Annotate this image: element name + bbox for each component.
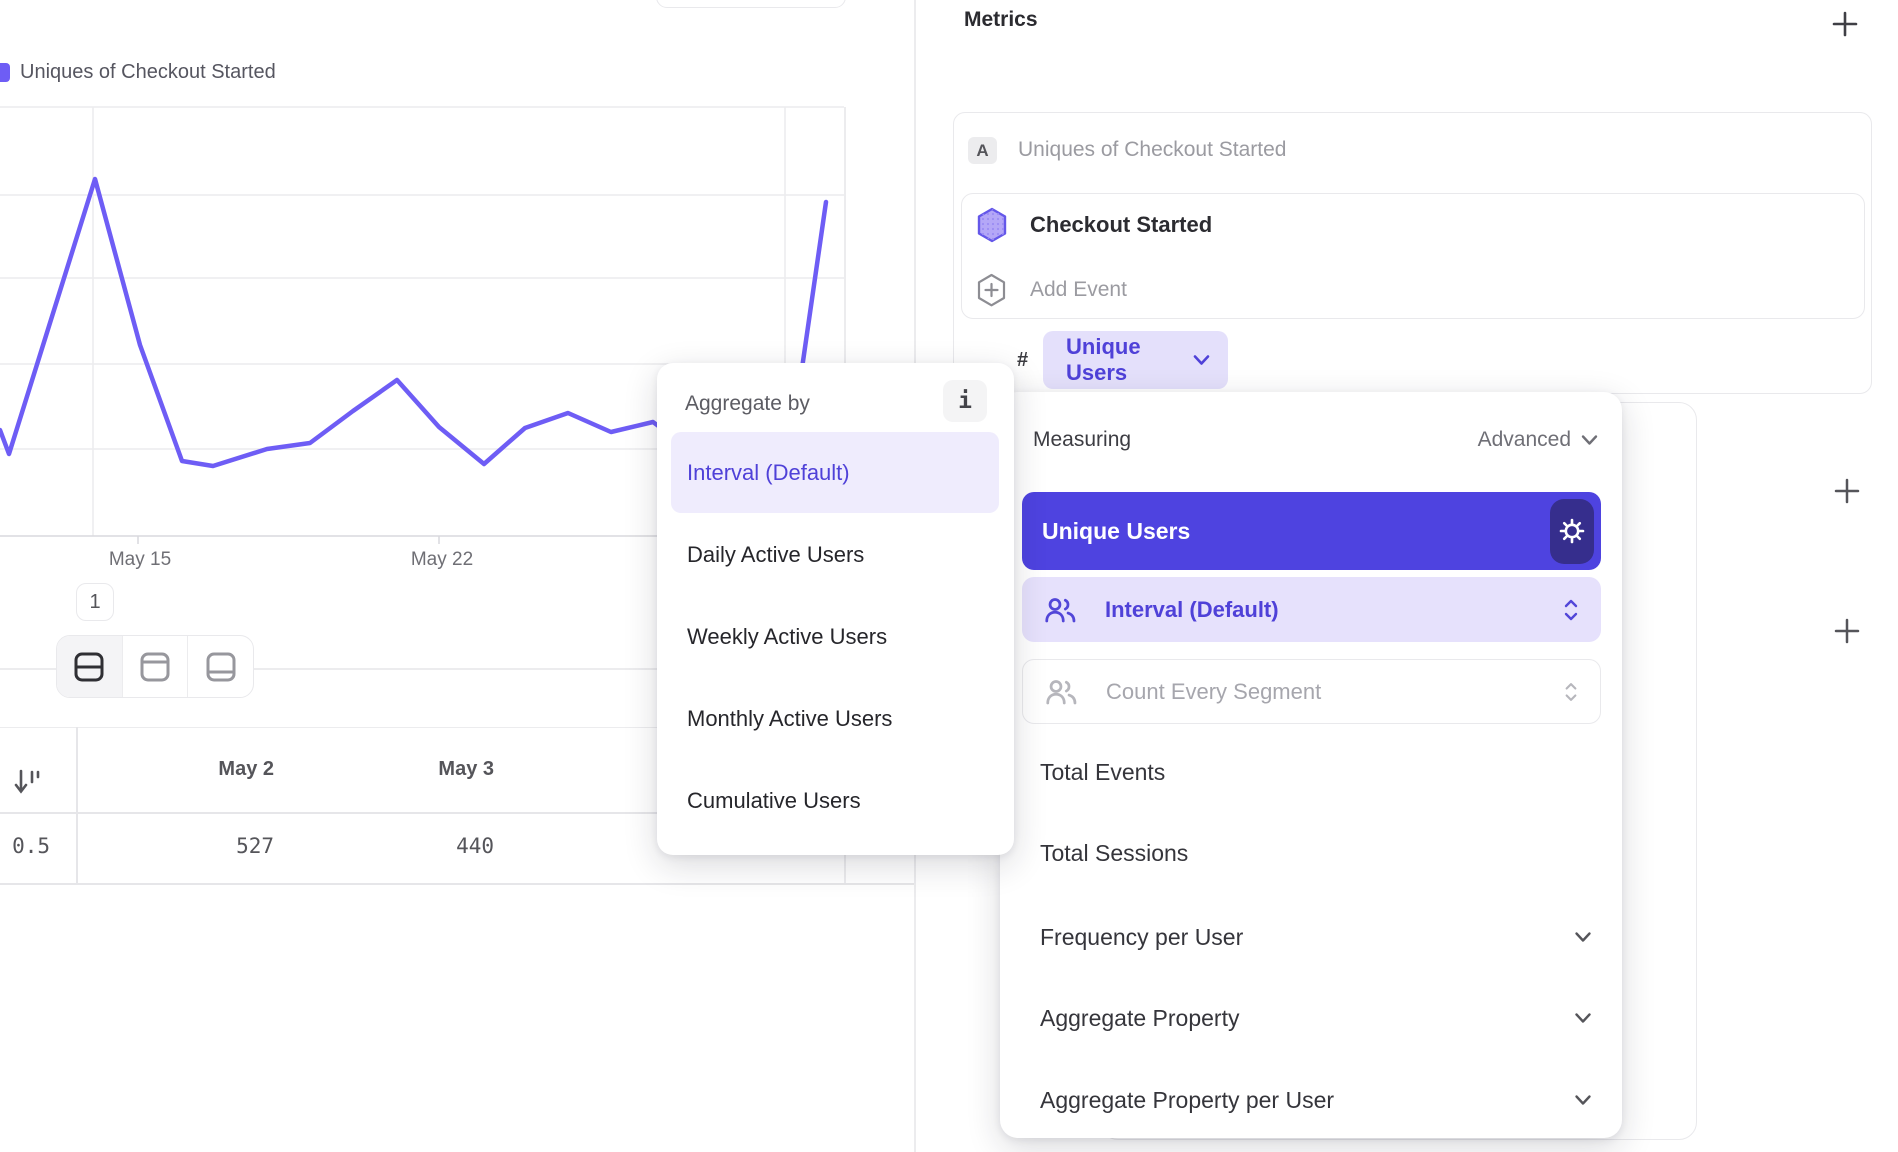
table-header-may3[interactable]: May 3 bbox=[294, 758, 494, 781]
add-metric-button[interactable] bbox=[1830, 9, 1860, 39]
metrics-section-title: Metrics bbox=[964, 8, 1038, 32]
aggregate-by-title: Aggregate by bbox=[685, 392, 810, 416]
event-row[interactable]: Checkout Started bbox=[976, 207, 1212, 243]
add-event-label: Add Event bbox=[1030, 278, 1127, 302]
layout-toggle-group bbox=[56, 635, 254, 698]
metric-type-symbol: # bbox=[1017, 349, 1028, 372]
measuring-popover: Measuring Advanced Unique Users bbox=[1000, 392, 1622, 1138]
measuring-option-total-events[interactable]: Total Events bbox=[1040, 742, 1580, 802]
table-cell-may3: 440 bbox=[294, 834, 494, 858]
measuring-option-total-sessions[interactable]: Total Sessions bbox=[1040, 823, 1580, 883]
chip-chevron-down-icon bbox=[1193, 354, 1210, 366]
table-row-border bbox=[0, 883, 914, 885]
aggregate-property-per-user-label: Aggregate Property per User bbox=[1040, 1087, 1574, 1114]
interval-option-label: Interval (Default) bbox=[687, 460, 850, 486]
measuring-header: Measuring Advanced bbox=[1033, 422, 1598, 458]
measuring-option-aggregate-property[interactable]: Aggregate Property bbox=[1040, 988, 1592, 1048]
x-tick-may22: May 22 bbox=[392, 549, 492, 571]
people-icon bbox=[1044, 596, 1077, 624]
gear-icon bbox=[1557, 516, 1587, 546]
people-icon-disabled bbox=[1045, 678, 1078, 706]
measuring-option-frequency-per-user[interactable]: Frequency per User bbox=[1040, 907, 1592, 967]
unique-users-selected-label: Unique Users bbox=[1042, 518, 1550, 545]
frequency-chevron-down-icon bbox=[1574, 931, 1592, 943]
events-card: Checkout Started Add Event bbox=[961, 193, 1865, 319]
aggregate-property-per-user-chevron-down-icon bbox=[1574, 1094, 1592, 1106]
chart-toolbar-pill-button[interactable] bbox=[656, 0, 846, 8]
unique-users-settings-button[interactable] bbox=[1550, 499, 1594, 564]
interval-param-label: Interval (Default) bbox=[1105, 597, 1563, 623]
unique-users-chip[interactable]: Unique Users bbox=[1043, 331, 1228, 389]
aggregate-option-daily-active-users[interactable]: Daily Active Users bbox=[687, 525, 987, 585]
aggregate-property-chevron-down-icon bbox=[1574, 1012, 1592, 1024]
layout-toggle-split[interactable] bbox=[57, 636, 123, 697]
unique-users-chip-label: Unique Users bbox=[1066, 334, 1193, 386]
aggregate-option-weekly-active-users[interactable]: Weekly Active Users bbox=[687, 607, 987, 667]
aggregate-option-cumulative-users[interactable]: Cumulative Users bbox=[687, 771, 987, 831]
event-name: Checkout Started bbox=[1030, 212, 1212, 238]
add-event-hexagon-icon bbox=[976, 273, 1007, 307]
measuring-option-aggregate-property-per-user[interactable]: Aggregate Property per User bbox=[1040, 1070, 1592, 1130]
measuring-param-interval[interactable]: Interval (Default) bbox=[1022, 577, 1601, 642]
measuring-option-unique-users[interactable]: Unique Users bbox=[1022, 492, 1601, 570]
advanced-label: Advanced bbox=[1478, 428, 1571, 452]
add-filter-button[interactable] bbox=[1832, 476, 1862, 506]
interval-unfold-icon bbox=[1563, 599, 1579, 621]
segment-unfold-icon bbox=[1564, 682, 1578, 702]
add-event-row[interactable]: Add Event bbox=[976, 273, 1127, 307]
aggregate-option-monthly-active-users[interactable]: Monthly Active Users bbox=[687, 689, 987, 749]
table-header-may2[interactable]: May 2 bbox=[74, 758, 274, 781]
pagination-badge[interactable]: 1 bbox=[76, 583, 114, 621]
advanced-chevron-down-icon bbox=[1581, 434, 1598, 446]
insights-builder-screen: Uniques of Checkout Started May 15 May 2 bbox=[0, 0, 1898, 1152]
event-hexagon-icon bbox=[976, 207, 1008, 243]
advanced-toggle[interactable]: Advanced bbox=[1478, 428, 1598, 452]
layout-toggle-footer[interactable] bbox=[188, 636, 253, 697]
add-breakdown-button[interactable] bbox=[1832, 616, 1862, 646]
layout-header-icon bbox=[138, 651, 172, 683]
layout-toggle-header[interactable] bbox=[123, 636, 189, 697]
layout-split-icon bbox=[72, 651, 106, 683]
table-cell-may2: 527 bbox=[74, 834, 274, 858]
sort-icon[interactable] bbox=[12, 765, 46, 799]
metric-name[interactable]: Uniques of Checkout Started bbox=[1018, 138, 1287, 162]
measuring-title: Measuring bbox=[1033, 428, 1478, 452]
layout-footer-icon bbox=[204, 651, 238, 683]
frequency-per-user-label: Frequency per User bbox=[1040, 924, 1574, 951]
x-tick-may15: May 15 bbox=[90, 549, 190, 571]
aggregate-by-popover: Aggregate by i Interval (Default) Daily … bbox=[657, 363, 1014, 855]
table-row-label: 0.5 bbox=[0, 834, 50, 858]
metric-card: A Uniques of Checkout Started Checkout bbox=[953, 112, 1872, 394]
measuring-param-count-every-segment[interactable]: Count Every Segment bbox=[1022, 659, 1601, 724]
table-col-divider bbox=[76, 727, 78, 883]
legend-swatch bbox=[0, 63, 10, 82]
series-badge: A bbox=[968, 137, 997, 164]
aggregate-property-label: Aggregate Property bbox=[1040, 1005, 1574, 1032]
info-button[interactable]: i bbox=[943, 380, 987, 422]
aggregate-option-interval[interactable]: Interval (Default) bbox=[671, 432, 999, 513]
count-every-segment-label: Count Every Segment bbox=[1106, 679, 1564, 705]
